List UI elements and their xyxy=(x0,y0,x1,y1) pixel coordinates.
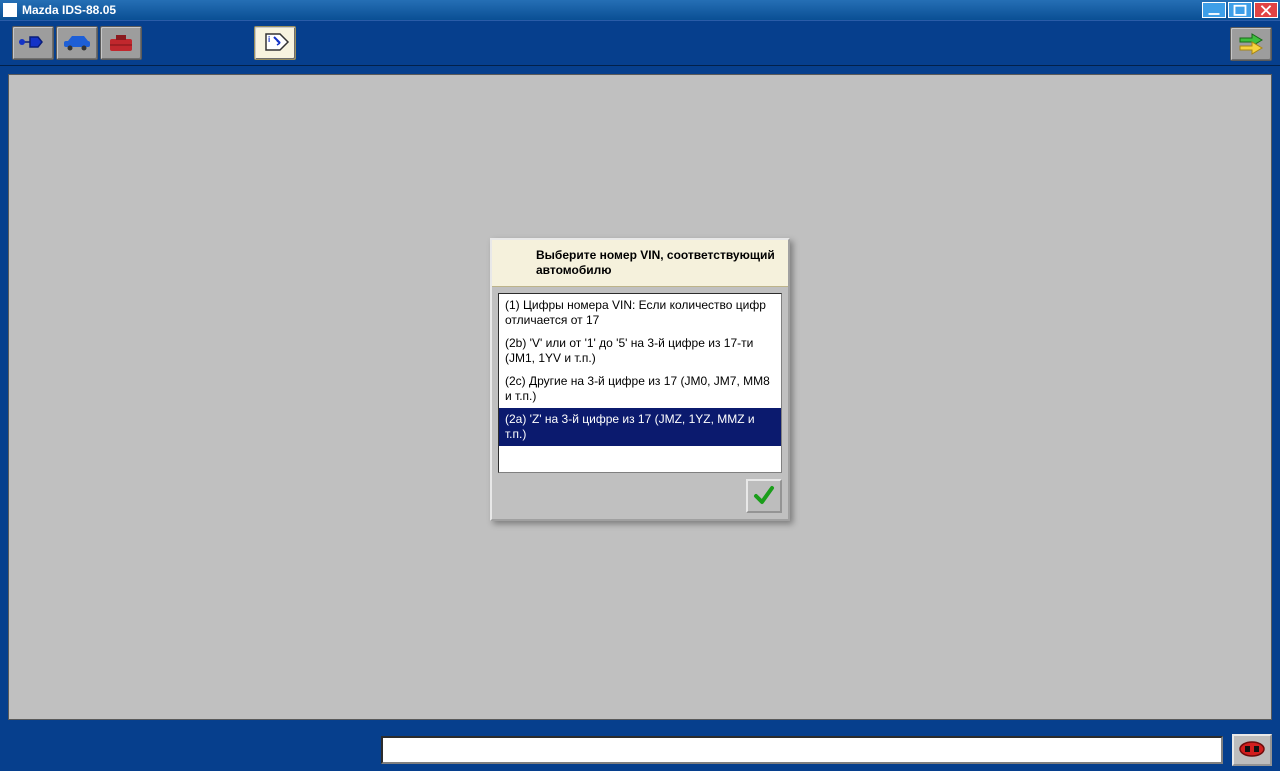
vehicle-button[interactable] xyxy=(56,26,98,60)
info-tag-button[interactable]: i xyxy=(254,26,296,60)
list-item[interactable]: (2c) Другие на 3-й цифре из 17 (JM0, JM7… xyxy=(499,370,781,408)
vin-select-dialog: Выберите номер VIN, соответствующий авто… xyxy=(490,238,790,521)
check-icon xyxy=(752,483,776,510)
list-item[interactable]: (2a) 'Z' на 3-й цифре из 17 (JMZ, 1YZ, M… xyxy=(499,408,781,446)
next-button[interactable] xyxy=(1230,27,1272,61)
dialog-footer xyxy=(492,479,788,519)
titlebar: Mazda IDS-88.05 xyxy=(0,0,1280,20)
connector-icon xyxy=(16,29,50,58)
window-title: Mazda IDS-88.05 xyxy=(22,3,116,17)
svg-text:i: i xyxy=(268,35,270,44)
toolbar-group-center: i xyxy=(254,26,296,60)
app-icon xyxy=(3,3,17,17)
list-item[interactable]: (1) Цифры номера VIN: Если количество ци… xyxy=(499,294,781,332)
connector-button[interactable] xyxy=(12,26,54,60)
ok-button[interactable] xyxy=(746,479,782,513)
vin-option-list[interactable]: (1) Цифры номера VIN: Если количество ци… xyxy=(498,293,782,473)
vehicle-icon xyxy=(60,29,94,58)
minimize-button[interactable] xyxy=(1202,2,1226,18)
list-item[interactable]: (2b) 'V' или от '1' до '5' на 3-й цифре … xyxy=(499,332,781,370)
dialog-title: Выберите номер VIN, соответствующий авто… xyxy=(492,240,788,287)
info-tag-icon: i xyxy=(258,29,292,58)
error-icon xyxy=(1237,738,1267,763)
bottom-bar xyxy=(0,728,1280,771)
close-button[interactable] xyxy=(1254,2,1278,18)
toolbox-button[interactable] xyxy=(100,26,142,60)
window-controls xyxy=(1202,2,1278,18)
toolbox-icon xyxy=(104,29,138,58)
maximize-button[interactable] xyxy=(1228,2,1252,18)
arrows-right-icon xyxy=(1234,30,1268,59)
toolbar-group-left xyxy=(12,26,142,60)
toolbar: i xyxy=(0,20,1280,66)
error-button[interactable] xyxy=(1232,734,1272,766)
status-field[interactable] xyxy=(381,736,1223,764)
